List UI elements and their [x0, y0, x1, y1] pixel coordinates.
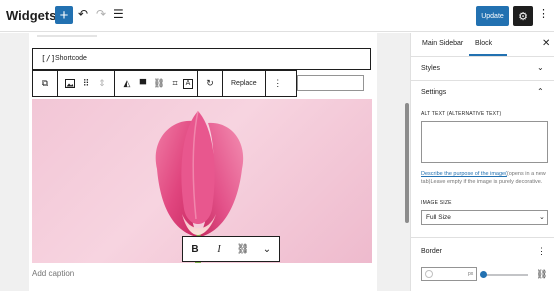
select-chevron-icon: ⌄	[539, 214, 545, 221]
chevron-down-icon: ⌄	[537, 63, 544, 72]
describe-purpose-link[interactable]: Describe the purpose of the image(	[421, 171, 507, 177]
shortcode-block[interactable]: [/] Shortcode	[32, 48, 371, 70]
caption-format-toolbar: B I ⛓ ⌄	[182, 236, 280, 262]
block-toolbar: ⧉ ⠿ ⇕ ◭ ▀ ⛓ ⌗ A ↻ Replace ⋮	[32, 70, 297, 97]
more-options-icon[interactable]: ⋮	[538, 7, 549, 20]
caption-link-icon[interactable]: ⛓	[231, 240, 255, 258]
toolbar-group-rotate: ↻	[198, 71, 223, 96]
page-title: Widgets	[6, 8, 57, 23]
sidebar-tabs: Main Sidebar Block ✕	[411, 33, 554, 57]
border-options-icon[interactable]: ⋮	[537, 246, 546, 257]
editor-header: Widgets + ↶ ↷ ☰ Update ⚙ ⋮	[0, 0, 554, 32]
toolbar-group-options: ⋮	[266, 71, 290, 96]
tab-block[interactable]: Block	[475, 40, 492, 47]
widget-area: [/] Shortcode ⧉ ⠿ ⇕ ◭ ▀ ⛓ ⌗ A ↻ Replace …	[29, 33, 377, 291]
settings-panel-toggle[interactable]: Settings ⌃	[411, 81, 554, 105]
active-tab-indicator	[469, 54, 507, 56]
alt-text-label: ALT TEXT (ALTERNATIVE TEXT)	[421, 111, 502, 117]
faded-heading	[37, 35, 97, 37]
italic-button[interactable]: I	[207, 240, 231, 258]
alt-text-help: Describe the purpose of the image((opens…	[421, 170, 551, 186]
close-icon[interactable]: ✕	[542, 38, 550, 49]
replace-button[interactable]: Replace	[227, 80, 261, 87]
crop-icon[interactable]: ⌗	[167, 75, 183, 93]
drag-handle-icon[interactable]: ⠿	[78, 75, 94, 93]
settings-label: Settings	[421, 89, 447, 96]
styles-panel-toggle[interactable]: Styles ⌄	[411, 57, 554, 81]
align-icon[interactable]: ▀	[135, 75, 151, 93]
duotone-icon[interactable]: ◭	[119, 75, 135, 93]
unlink-icon[interactable]: ⛓	[536, 269, 547, 280]
settings-gear-icon[interactable]: ⚙	[513, 6, 533, 26]
settings-sidebar: Main Sidebar Block ✕ Styles ⌄ Settings ⌃…	[410, 33, 554, 291]
shortcode-input[interactable]	[297, 75, 364, 91]
tab-main-sidebar[interactable]: Main Sidebar	[422, 40, 463, 47]
radius-unit: px	[468, 271, 474, 277]
image-size-select[interactable]: Full Size ⌄	[421, 210, 548, 225]
toolbar-group-replace: Replace	[223, 71, 266, 96]
redo-icon[interactable]: ↷	[96, 7, 106, 21]
editor-canvas: [/] Shortcode ⧉ ⠿ ⇕ ◭ ▀ ⛓ ⌗ A ↻ Replace …	[0, 33, 410, 291]
insert-link-icon[interactable]: ⛓	[151, 75, 167, 93]
border-label: Border	[421, 248, 443, 255]
shortcode-label: Shortcode	[55, 55, 87, 62]
toolbar-group-block: ⠿ ⇕	[58, 71, 115, 96]
update-button[interactable]: Update	[476, 6, 509, 26]
text-overlay-icon[interactable]: A	[183, 78, 193, 89]
block-transform-icon[interactable]: ⧉	[37, 75, 53, 93]
chevron-up-icon: ⌃	[537, 87, 544, 96]
bold-button[interactable]: B	[183, 240, 207, 258]
block-options-icon[interactable]: ⋮	[270, 75, 286, 93]
shortcode-icon: [/]	[41, 54, 56, 63]
image-block-icon[interactable]	[62, 75, 78, 93]
list-view-icon[interactable]: ☰	[113, 7, 124, 21]
radius-slider-track[interactable]	[483, 274, 528, 276]
caption-input[interactable]: Add caption	[32, 269, 74, 278]
toolbar-group-transform: ⧉	[33, 71, 58, 96]
radius-slider-thumb[interactable]	[480, 271, 487, 278]
border-panel: Border ⋮ px ⛓	[411, 237, 554, 291]
undo-icon[interactable]: ↶	[78, 7, 88, 21]
rotate-icon[interactable]: ↻	[202, 75, 218, 93]
styles-label: Styles	[421, 65, 441, 72]
add-block-button[interactable]: +	[55, 6, 73, 24]
more-formats-icon[interactable]: ⌄	[255, 240, 279, 258]
canvas-scrollbar[interactable]	[405, 103, 409, 223]
image-size-label: IMAGE SIZE	[421, 200, 452, 206]
radius-input[interactable]: px	[421, 267, 477, 281]
move-up-down-icon[interactable]: ⇕	[94, 75, 110, 93]
image-size-value: Full Size	[426, 214, 451, 221]
border-color-swatch[interactable]	[425, 270, 433, 278]
alt-text-textarea[interactable]	[421, 121, 548, 163]
toolbar-group-tools: ◭ ▀ ⛓ ⌗ A	[115, 71, 198, 96]
